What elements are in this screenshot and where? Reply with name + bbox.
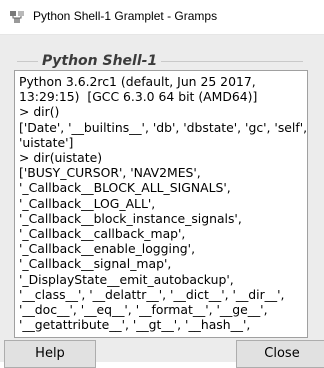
help-button[interactable]: Help (4, 340, 96, 368)
gramps-app-icon (10, 11, 24, 23)
pane-title: Python Shell-1 (38, 53, 162, 69)
window-title: Python Shell-1 Gramplet - Gramps (33, 9, 218, 23)
console-output-text[interactable]: Python 3.6.2rc1 (default, Jun 25 2017, 1… (15, 71, 307, 332)
python-shell-output[interactable]: Python 3.6.2rc1 (default, Jun 25 2017, 1… (14, 70, 308, 338)
window-titlebar: Python Shell-1 Gramplet - Gramps (0, 0, 324, 35)
close-button[interactable]: Close (236, 340, 324, 368)
